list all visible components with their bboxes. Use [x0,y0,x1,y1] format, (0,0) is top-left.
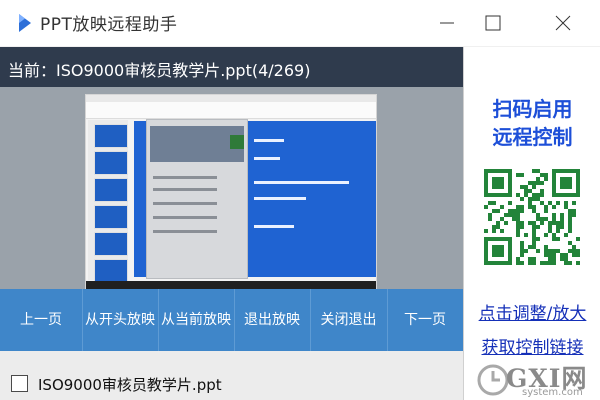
preview-thumbnail [94,124,128,148]
preview-remote-row [153,202,217,205]
adjust-zoom-link[interactable]: 点击调整/放大 [464,299,600,324]
preview-text-line [254,225,294,228]
scan-title-line1: 扫码启用 [492,97,573,121]
close-icon [555,15,571,31]
qr-code-icon[interactable] [484,169,580,265]
preview-thumbnail [94,232,128,256]
exit-show-button[interactable]: 退出放映 [234,289,311,351]
slide-preview-image [85,94,377,290]
preview-remote-row [153,230,217,233]
qr-panel: 扫码启用 远程控制 点击调整/放大 获取控制链接 [463,47,600,400]
next-page-button[interactable]: 下一页 [387,289,463,351]
watermark-logo-icon [477,364,509,396]
file-name: ISO9000审核员教学片.ppt [38,376,222,394]
preview-thumbnail [94,205,128,229]
preview-remote-row [153,176,217,179]
preview-thumbnail [94,151,128,175]
maximize-button[interactable] [470,0,516,46]
preview-text-line [254,181,349,184]
preview-remote-row [153,216,217,219]
app-logo-icon [19,14,31,32]
minimize-icon [440,22,454,24]
list-item[interactable]: ISO9000审核员教学片.ppt [0,371,463,397]
prev-page-button[interactable]: 上一页 [0,289,83,351]
control-button-row: 上一页 从开头放映 从当前放映 退出放映 关闭退出 下一页 [0,289,463,351]
play-from-current-button[interactable]: 从当前放映 [158,289,235,351]
window-title: PPT放映远程助手 [40,15,178,35]
preview-menubar [86,95,376,102]
close-exit-button[interactable]: 关闭退出 [310,289,388,351]
preview-text-line [254,157,280,160]
current-presentation-bar: 当前：ISO9000审核员教学片.ppt(4/269) [0,47,463,87]
play-from-start-button[interactable]: 从开头放映 [82,289,159,351]
watermark-site: system.com [522,387,583,398]
preview-thumbnail [94,259,128,283]
minimize-button[interactable] [424,0,470,46]
close-button[interactable] [540,0,586,46]
preview-text-line [254,139,284,142]
preview-thumbnails [88,120,128,283]
watermark: GXI网 system.com [476,357,600,400]
title-bar: PPT放映远程助手 [0,0,600,47]
maximize-icon [485,15,501,31]
preview-taskbar [86,281,376,289]
file-checkbox[interactable] [11,375,28,392]
get-control-link[interactable]: 获取控制链接 [464,333,600,358]
current-presentation-label: 当前：ISO9000审核员教学片.ppt(4/269) [8,61,311,80]
preview-thumbnail [94,178,128,202]
scan-title: 扫码启用 远程控制 [464,95,600,151]
scan-title-line2: 远程控制 [492,125,573,149]
preview-remote-row [153,188,217,191]
preview-qr-mini [230,135,244,149]
preview-ribbon [86,102,376,119]
file-list: ISO9000审核员教学片.ppt [0,351,463,400]
preview-text-line [254,197,306,200]
qr-code-graphic [484,169,580,265]
